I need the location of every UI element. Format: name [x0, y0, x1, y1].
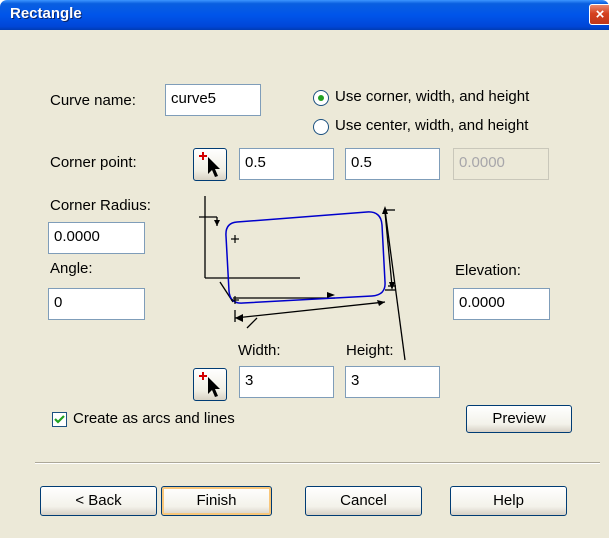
radio-center-label[interactable]: Use center, width, and height — [335, 117, 528, 134]
corner-x-field[interactable]: 0.5 — [239, 148, 334, 180]
pick-point-icon — [199, 372, 220, 397]
dialog-title: Rectangle — [10, 5, 82, 22]
width-field[interactable]: 3 — [239, 366, 334, 398]
curve-name-label: Curve name: — [50, 92, 136, 109]
corner-z-field: 0.0000 — [453, 148, 549, 180]
radio-corner-label[interactable]: Use corner, width, and height — [335, 88, 529, 105]
dialog-body: Curve name: curve5 Use corner, width, an… — [0, 30, 609, 538]
cancel-button[interactable]: Cancel — [305, 486, 422, 516]
preview-button[interactable]: Preview — [466, 405, 572, 433]
height-label: Height: — [346, 342, 394, 359]
angle-label: Angle: — [50, 260, 93, 277]
radio-center[interactable] — [313, 119, 329, 135]
elevation-label: Elevation: — [455, 262, 521, 279]
rectangle-dialog: Rectangle × Curve name: curve5 Use corne… — [0, 0, 609, 538]
pick-point-icon — [199, 152, 220, 177]
radio-selected-dot — [318, 95, 324, 101]
elevation-field[interactable]: 0.0000 — [453, 288, 550, 320]
title-bar[interactable]: Rectangle × — [0, 0, 609, 30]
corner-point-label: Corner point: — [50, 154, 137, 171]
finish-button[interactable]: Finish — [161, 486, 272, 516]
height-field[interactable]: 3 — [345, 366, 440, 398]
separator — [35, 462, 600, 464]
corner-radius-label: Corner Radius: — [50, 197, 151, 214]
corner-radius-field[interactable]: 0.0000 — [48, 222, 145, 254]
radio-corner[interactable] — [313, 90, 329, 106]
pick-corner-point-button[interactable] — [193, 148, 227, 181]
angle-field[interactable]: 0 — [48, 288, 145, 320]
create-arcs-label[interactable]: Create as arcs and lines — [73, 410, 235, 427]
help-button[interactable]: Help — [450, 486, 567, 516]
back-button[interactable]: < Back — [40, 486, 157, 516]
create-arcs-checkbox[interactable] — [52, 412, 67, 427]
pick-size-button[interactable] — [193, 368, 227, 401]
corner-y-field[interactable]: 0.5 — [345, 148, 440, 180]
curve-name-field[interactable]: curve5 — [165, 84, 261, 116]
rectangle-diagram — [199, 196, 406, 361]
check-icon — [54, 415, 65, 424]
close-icon[interactable]: × — [589, 4, 609, 25]
width-label: Width: — [238, 342, 281, 359]
